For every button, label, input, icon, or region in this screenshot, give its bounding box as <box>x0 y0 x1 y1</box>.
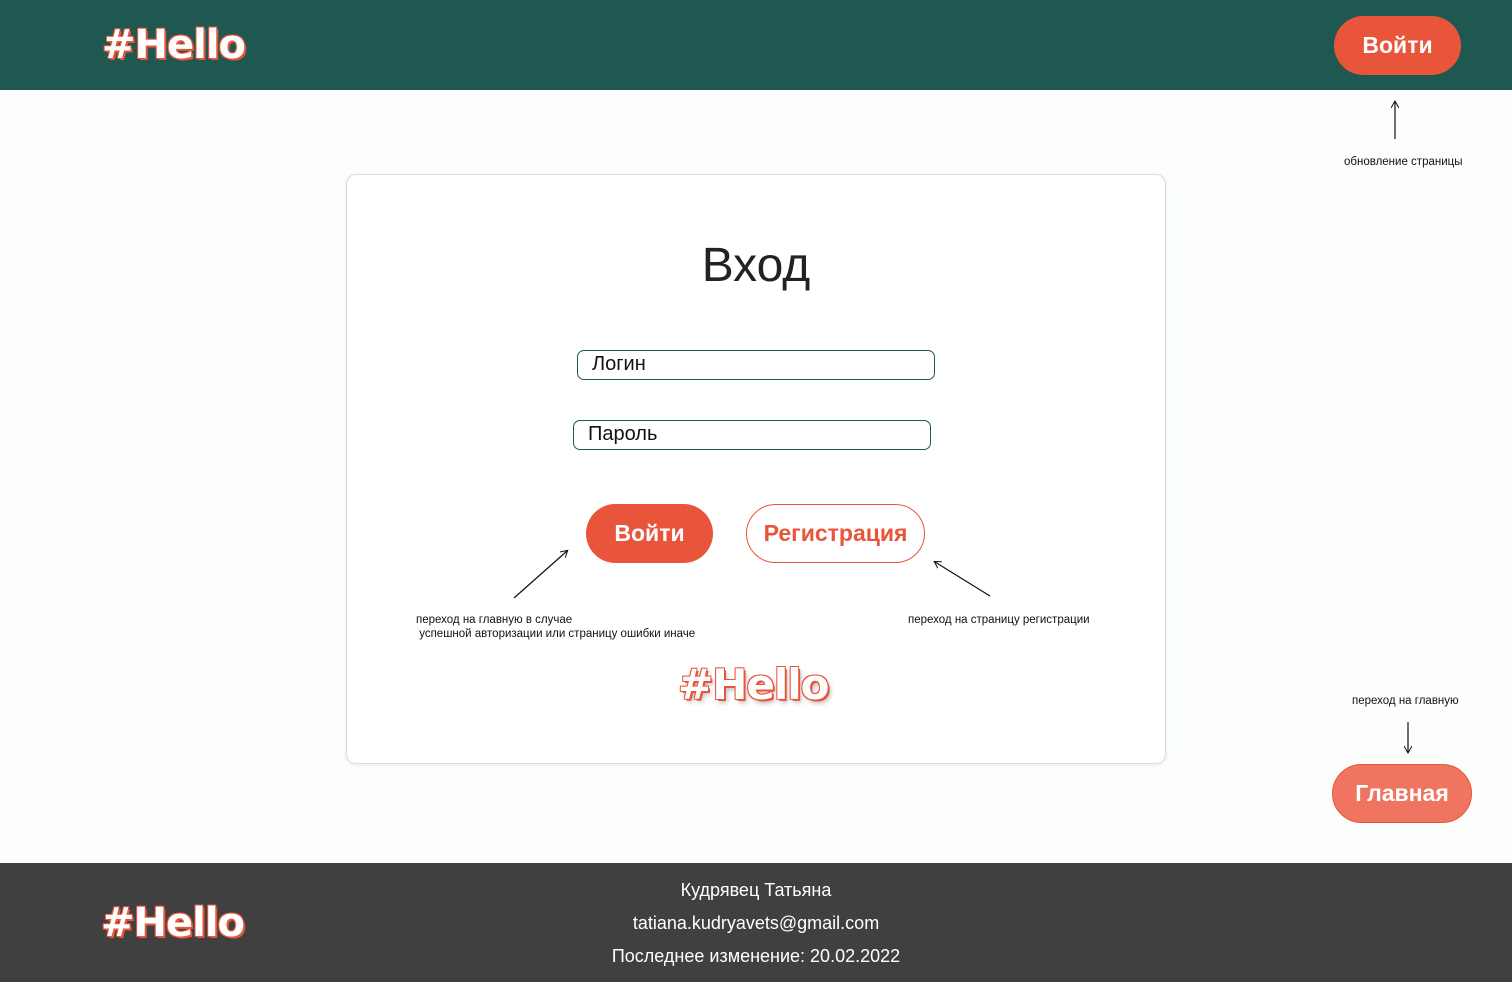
footer-email[interactable]: tatiana.kudryavets@gmail.com <box>0 913 1512 934</box>
footer-author: Кудрявец Татьяна <box>680 880 832 900</box>
password-input[interactable]: Пароль <box>573 420 931 450</box>
header-login-button[interactable]: Войти <box>1334 16 1461 75</box>
main-page-button[interactable]: Главная <box>1332 764 1472 823</box>
header-logo[interactable]: #Hello <box>102 25 246 65</box>
annotation-register: переход на страницу регистрации <box>908 614 1090 626</box>
annotation-refresh: обновление страницы <box>1344 156 1463 168</box>
annotation-login-result: переход на главную в случае успешной авт… <box>416 614 696 640</box>
login-button[interactable]: Войти <box>586 504 713 563</box>
login-input[interactable]: Логин <box>577 350 935 380</box>
register-button[interactable]: Регистрация <box>746 504 925 563</box>
annotation-to-main: переход на главную <box>1352 695 1459 707</box>
page-title: Вход <box>701 239 811 292</box>
footer-last-modified: Последнее изменение: 20.02.2022 <box>611 946 901 966</box>
card-logo: #Hello <box>678 660 829 709</box>
